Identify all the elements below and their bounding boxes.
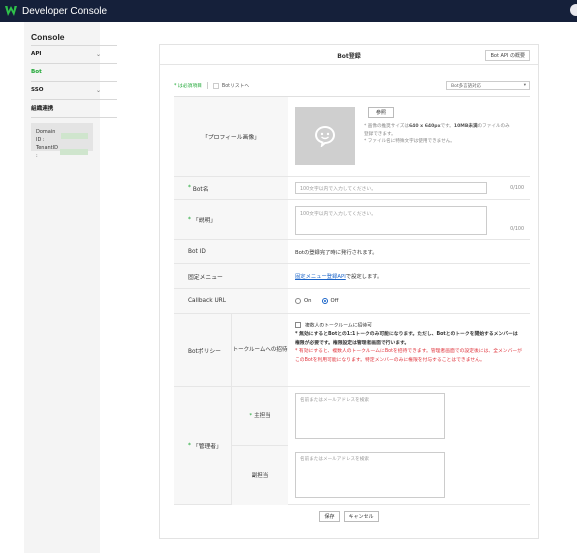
divider bbox=[206, 82, 208, 89]
save-button[interactable]: 保存 bbox=[319, 511, 340, 522]
fixed-menu-label: 固定メニュー bbox=[174, 264, 288, 288]
language-select[interactable]: Bot多言語対応 ▾ bbox=[446, 81, 530, 90]
callback-url-row: Callback URL On Off bbox=[174, 289, 530, 314]
policy-note-enabled: * 有効にすると、複数人のトークルームにBotを招待できます。管理者画面での設定… bbox=[295, 349, 522, 363]
chevron-down-icon: ⌄ bbox=[95, 50, 101, 58]
list-icon bbox=[212, 82, 219, 89]
description-input[interactable]: 100文字以内で入力してください。 bbox=[295, 206, 487, 235]
top-bar: Developer Console bbox=[0, 0, 577, 22]
sidebar-item-label: 組織連携 bbox=[31, 106, 54, 112]
sidebar-divider bbox=[31, 99, 117, 100]
profile-image-placeholder[interactable] bbox=[295, 107, 355, 165]
page-title: Bot登録 bbox=[337, 53, 361, 60]
bot-name-label: * Bot名 bbox=[174, 177, 288, 199]
primary-manager-label: * 主担当 bbox=[231, 387, 288, 446]
multi-room-invite-checkbox[interactable] bbox=[295, 322, 301, 328]
chevron-down-icon: ⌄ bbox=[95, 86, 101, 94]
sidebar-item-sso[interactable]: SSO ⌄ bbox=[31, 83, 117, 97]
bot-policy-label: Botポリシー bbox=[174, 314, 231, 386]
primary-manager-search[interactable]: 名前またはメールアドレスを検索 bbox=[295, 393, 445, 439]
sidebar-item-label: Bot bbox=[31, 69, 42, 75]
user-avatar[interactable] bbox=[570, 4, 577, 16]
bot-policy-row: Botポリシー トークルームへの招待 複数人のトークルームに招待可 * 無効にす… bbox=[174, 314, 530, 387]
callback-url-options: On Off bbox=[295, 289, 524, 313]
description-label: * 「説明」 bbox=[174, 200, 288, 239]
required-note: * は必須項目 bbox=[174, 84, 202, 89]
radio-icon bbox=[295, 298, 301, 304]
bot-id-row: Bot ID Botの登録完了時に発行されます。 bbox=[174, 240, 530, 264]
sidebar-divider bbox=[31, 117, 117, 118]
domain-info: Domain ID : TenantID : bbox=[31, 123, 93, 159]
domain-id-value-redacted bbox=[61, 133, 88, 139]
card-header: Bot登録 Bot API の概要 bbox=[160, 45, 538, 65]
browse-button[interactable]: 参照 bbox=[368, 107, 394, 118]
cancel-button[interactable]: キャンセル bbox=[343, 511, 379, 522]
fixed-menu-row: 固定メニュー 固定メニュー登録API で設定します。 bbox=[174, 264, 530, 289]
form-meta-row: * は必須項目 Botリストへ bbox=[174, 82, 249, 89]
room-invite-label: トークルームへの招待 bbox=[231, 314, 288, 386]
bot-name-counter: 0/100 bbox=[510, 186, 524, 191]
bot-list-link[interactable]: Botリストへ bbox=[212, 82, 250, 89]
callback-off-radio[interactable]: Off bbox=[321, 298, 338, 304]
sidebar-item-api[interactable]: API ⌄ bbox=[31, 47, 117, 61]
fixed-menu-value: 固定メニュー登録API で設定します。 bbox=[295, 272, 383, 280]
fixed-menu-api-link[interactable]: 固定メニュー登録API bbox=[295, 272, 346, 280]
tenant-id-label: TenantID : bbox=[36, 145, 58, 159]
policy-note-disabled: * 無効にするとBotとの1:1トークのみ可能になります。ただし、Botとのトー… bbox=[295, 332, 518, 346]
language-select-value: Bot多言語対応 bbox=[451, 83, 482, 89]
bot-id-value: Botの登録完了時に発行されます。 bbox=[295, 249, 378, 256]
chevron-down-icon: ▾ bbox=[523, 83, 526, 88]
manager-row: * 「管理者」 * 主担当 副担当 名前またはメールアドレスを検索 名前またはメール… bbox=[174, 387, 530, 505]
sidebar-divider bbox=[31, 45, 117, 46]
radio-selected-icon bbox=[321, 298, 328, 304]
app-title[interactable]: Developer Console bbox=[22, 6, 107, 17]
w-logo-icon[interactable] bbox=[5, 6, 17, 17]
sidebar-divider bbox=[31, 81, 117, 82]
bot-form: 「プロフィール画像」 参照 * 画像の推奨サイズは640 x 640pxです。1… bbox=[174, 96, 530, 505]
sidebar-item-label: SSO bbox=[31, 87, 44, 93]
bot-name-input[interactable]: 100文字以内で入力してください。 bbox=[295, 182, 487, 194]
description-row: * 「説明」 100文字以内で入力してください。 0/100 bbox=[174, 200, 530, 240]
form-actions: 保存 キャンセル bbox=[160, 511, 538, 522]
secondary-manager-search[interactable]: 名前またはメールアドレスを検索 bbox=[295, 452, 445, 498]
callback-url-label: Callback URL bbox=[174, 289, 288, 313]
sidebar-divider bbox=[31, 63, 117, 64]
bot-list-link-label: Botリストへ bbox=[221, 84, 250, 89]
bot-register-card: Bot登録 Bot API の概要 * は必須項目 Botリストへ Bot多言語… bbox=[159, 44, 539, 539]
profile-image-label: 「プロフィール画像」 bbox=[174, 97, 288, 176]
sidebar-item-org-link[interactable]: 組織連携 bbox=[31, 101, 117, 115]
sidebar-item-bot[interactable]: Bot bbox=[31, 65, 117, 79]
bot-api-overview-button[interactable]: Bot API の概要 bbox=[485, 50, 530, 61]
manager-label: * 「管理者」 bbox=[174, 387, 231, 504]
bot-name-row: * Bot名 100文字以内で入力してください。 0/100 bbox=[174, 177, 530, 200]
room-invite-settings: 複数人のトークルームに招待可 * 無効にするとBotとの1:1トークのみ可能にな… bbox=[295, 322, 522, 365]
description-counter: 0/100 bbox=[510, 227, 524, 232]
sidebar-item-label: API bbox=[31, 51, 42, 57]
tenant-id-value-redacted bbox=[59, 149, 88, 155]
domain-id-label: Domain ID : bbox=[36, 129, 56, 143]
secondary-manager-label: 副担当 bbox=[231, 446, 288, 505]
bot-face-icon bbox=[314, 125, 336, 147]
callback-on-radio[interactable]: On bbox=[295, 298, 312, 304]
sidebar-title: Console bbox=[31, 32, 65, 42]
profile-image-row: 「プロフィール画像」 参照 * 画像の推奨サイズは640 x 640pxです。1… bbox=[174, 97, 530, 177]
bot-id-label: Bot ID bbox=[174, 240, 288, 263]
sidebar: Console API ⌄ Bot SSO ⌄ 組織連携 Domain ID :… bbox=[24, 22, 117, 553]
image-notes: * 画像の推奨サイズは640 x 640pxです。10MB未満のファイルのみ登録… bbox=[364, 124, 510, 144]
